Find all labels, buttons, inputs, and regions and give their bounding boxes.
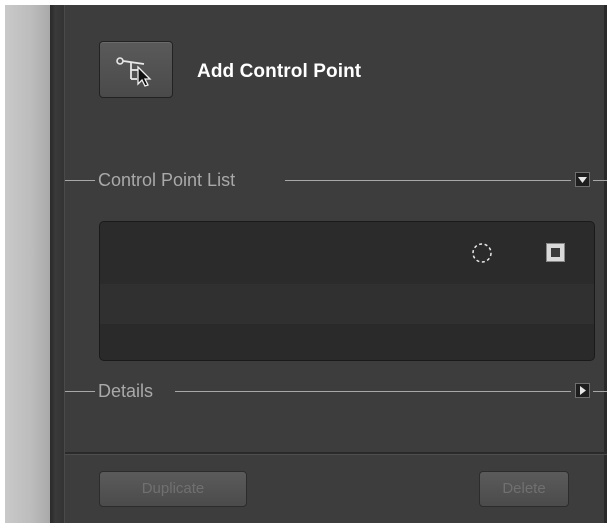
panel-edge: [50, 5, 65, 523]
collapse-toggle[interactable]: [575, 172, 590, 187]
section-line-end: [593, 180, 607, 181]
tool-label: Add Control Point: [197, 61, 362, 82]
checkbox-square-icon[interactable]: [546, 243, 565, 262]
section-line-right: [175, 391, 571, 392]
section-line-left: [65, 180, 95, 181]
details-title: Details: [98, 381, 154, 401]
triangle-right-icon: [580, 386, 586, 395]
section-line-end: [593, 391, 607, 392]
expand-toggle[interactable]: [575, 383, 590, 398]
list-item[interactable]: [100, 222, 594, 284]
section-line-left: [65, 391, 95, 392]
window-frame: Add Control Point Control Point List Det…: [0, 0, 612, 529]
add-control-point-icon: [116, 57, 152, 87]
control-point-panel: Add Control Point Control Point List Det…: [65, 5, 607, 523]
list-item[interactable]: [100, 284, 594, 324]
duplicate-button[interactable]: Duplicate: [99, 471, 247, 507]
details-header[interactable]: Details: [65, 379, 607, 403]
control-point-list-header[interactable]: Control Point List: [65, 168, 607, 192]
delete-button[interactable]: Delete: [479, 471, 569, 507]
list-item[interactable]: [100, 324, 594, 360]
section-line-right: [285, 180, 571, 181]
control-point-list-title: Control Point List: [98, 170, 236, 190]
triangle-down-icon: [578, 177, 587, 183]
dashed-circle-icon[interactable]: [471, 242, 493, 264]
add-control-point-button[interactable]: [99, 41, 173, 98]
bottom-divider: [65, 452, 607, 455]
control-point-list[interactable]: [99, 221, 595, 361]
left-gutter: [5, 5, 50, 523]
panel-border: [604, 5, 607, 523]
